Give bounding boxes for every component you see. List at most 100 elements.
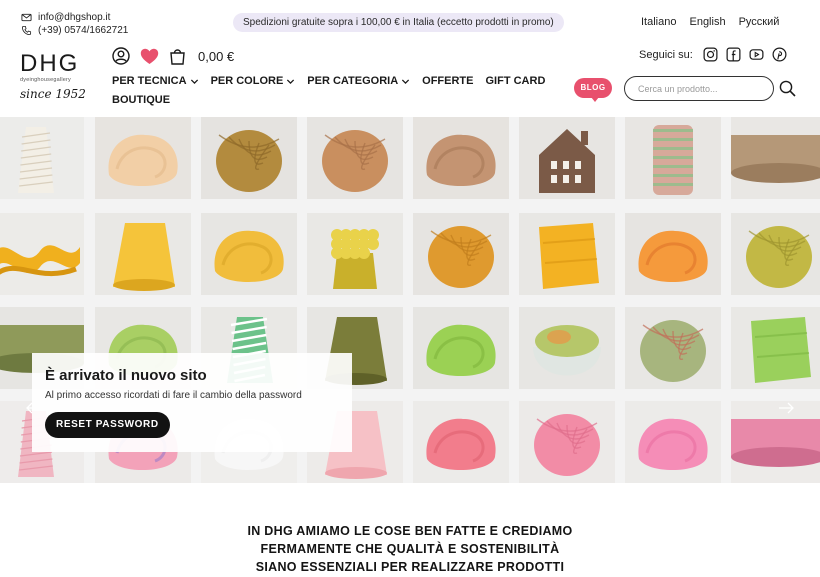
product-image — [95, 117, 191, 199]
product-tile[interactable] — [413, 117, 509, 199]
product-tile[interactable] — [625, 213, 721, 295]
nav-offerte[interactable]: OFFERTE — [422, 75, 473, 87]
product-tile[interactable] — [731, 213, 820, 295]
product-tile[interactable] — [413, 307, 509, 389]
product-tile[interactable] — [519, 213, 615, 295]
nav-gift-card[interactable]: GIFT CARD — [486, 75, 546, 87]
product-image — [519, 401, 615, 483]
product-tile[interactable] — [519, 307, 615, 389]
product-image — [519, 213, 615, 295]
product-tile[interactable] — [519, 401, 615, 483]
new-site-notice: È arrivato il nuovo sito Al primo access… — [32, 353, 352, 452]
nav-label: PER TECNICA — [112, 75, 187, 87]
user-tools: 0,00 € — [112, 46, 234, 66]
product-tile[interactable] — [731, 117, 820, 199]
phone-text: (+39) 0574/1662721 — [38, 25, 129, 36]
email-text: info@dhgshop.it — [38, 12, 111, 23]
social-links: Seguici su: — [639, 47, 787, 62]
chevron-down-icon — [190, 78, 198, 84]
tagline-line: SIANO ESSENZIALI PER REALIZZARE PRODOTTI — [255, 560, 565, 574]
product-image — [731, 213, 820, 295]
product-image — [201, 117, 297, 199]
product-image — [413, 307, 509, 389]
product-image — [413, 401, 509, 483]
product-image — [307, 117, 403, 199]
youtube-icon[interactable] — [749, 47, 764, 62]
cart-bag-icon[interactable] — [169, 47, 186, 65]
product-image — [625, 117, 721, 199]
logo-subtitle: dyeinghousegallery — [20, 77, 71, 83]
instagram-icon[interactable] — [703, 47, 718, 62]
language-russian[interactable]: Русский — [739, 16, 780, 28]
product-image — [0, 213, 84, 295]
nav-label: BOUTIQUE — [112, 94, 171, 106]
nav-label: GIFT CARD — [485, 75, 546, 87]
product-tile[interactable] — [95, 213, 191, 295]
chevron-down-icon — [287, 78, 295, 84]
product-tile[interactable] — [625, 307, 721, 389]
product-tile[interactable] — [625, 117, 721, 199]
search-input[interactable] — [624, 76, 774, 101]
top-bar: info@dhgshop.it (+39) 0574/1662721 Spedi… — [0, 0, 820, 44]
notice-text: Al primo accesso ricordati di fare il ca… — [45, 390, 302, 401]
user-account-icon[interactable] — [112, 47, 130, 65]
nav-label: OFFERTE — [422, 75, 474, 87]
product-tile[interactable] — [0, 213, 84, 295]
tagline-line: IN DHG AMIAMO LE COSE BEN FATTE E CREDIA… — [247, 524, 573, 538]
notice-title: È arrivato il nuovo sito — [45, 367, 207, 384]
pinterest-icon[interactable] — [772, 47, 787, 62]
cart-total[interactable]: 0,00 € — [198, 49, 234, 64]
product-image — [731, 307, 820, 389]
nav-label: PER COLORE — [210, 75, 284, 87]
product-tile[interactable] — [625, 401, 721, 483]
product-image — [519, 307, 615, 389]
product-tile[interactable] — [201, 213, 297, 295]
wishlist-heart-icon[interactable] — [140, 48, 159, 65]
product-image — [625, 307, 721, 389]
language-italian[interactable]: Italiano — [641, 16, 676, 28]
mail-icon — [21, 13, 32, 22]
product-tile[interactable] — [307, 117, 403, 199]
product-tile[interactable] — [731, 307, 820, 389]
product-image — [307, 213, 403, 295]
facebook-icon[interactable] — [726, 47, 741, 62]
product-tile[interactable] — [201, 117, 297, 199]
product-tile[interactable] — [307, 213, 403, 295]
main-navigation: PER TECNICA PER COLORE PER CATEGORIA OFF… — [112, 74, 552, 112]
email-contact[interactable]: info@dhgshop.it — [21, 11, 128, 24]
product-image — [625, 213, 721, 295]
language-switcher: Italiano English Русский — [641, 16, 779, 28]
nav-per-colore[interactable]: PER COLORE — [211, 75, 296, 87]
arrow-right-icon — [779, 402, 794, 414]
logo-wordmark: DHG — [20, 50, 80, 77]
search-icon[interactable] — [779, 80, 796, 97]
product-image — [95, 213, 191, 295]
nav-per-tecnica[interactable]: PER TECNICA — [112, 75, 199, 87]
product-image — [519, 117, 615, 199]
product-tile[interactable] — [0, 117, 84, 199]
product-tile[interactable] — [519, 117, 615, 199]
contact-info: info@dhgshop.it (+39) 0574/1662721 — [21, 11, 128, 37]
nav-per-categoria[interactable]: PER CATEGORIA — [307, 75, 410, 87]
reset-password-button[interactable]: RESET PASSWORD — [45, 412, 170, 438]
product-image — [0, 117, 84, 199]
nav-boutique[interactable]: BOUTIQUE — [112, 94, 170, 106]
language-english[interactable]: English — [689, 16, 725, 28]
shipping-promo-banner: Spedizioni gratuite sopra i 100,00 € in … — [233, 13, 564, 32]
site-logo[interactable]: DHG dyeinghousegallery since 1952 — [20, 50, 86, 102]
product-tile[interactable] — [95, 117, 191, 199]
product-tile[interactable] — [413, 213, 509, 295]
tagline-line: FERMAMENTE CHE QUALITÀ E SOSTENIBILITÀ — [260, 542, 560, 556]
product-tile[interactable] — [413, 401, 509, 483]
product-image — [201, 213, 297, 295]
product-image — [413, 117, 509, 199]
slider-next-arrow[interactable] — [776, 398, 796, 418]
product-image — [625, 401, 721, 483]
phone-contact[interactable]: (+39) 0574/1662721 — [21, 24, 128, 37]
chevron-down-icon — [402, 78, 410, 84]
product-image — [413, 213, 509, 295]
logo-since: since 1952 — [20, 87, 86, 101]
phone-icon — [21, 25, 32, 36]
social-label: Seguici su: — [639, 48, 693, 61]
blog-badge[interactable]: BLOG — [574, 78, 612, 102]
